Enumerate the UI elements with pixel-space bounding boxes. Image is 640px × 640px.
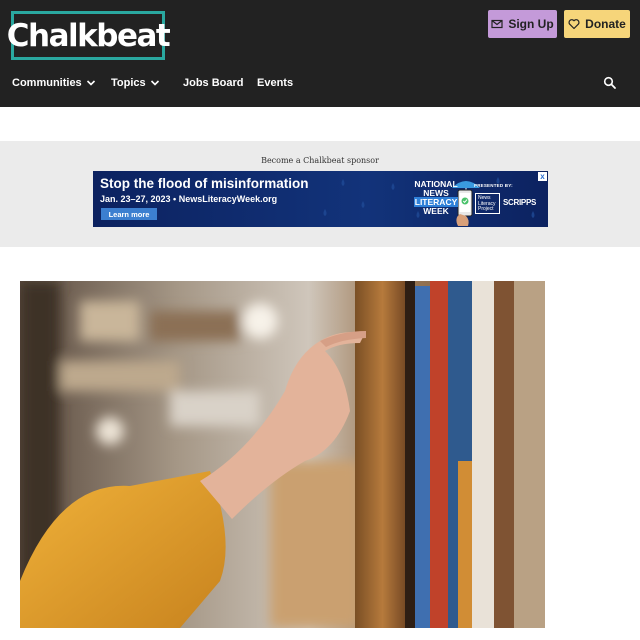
main-nav: Communities Topics Jobs Board Events [0,72,640,94]
bookshelf-photo [20,281,545,628]
ad-close-icon[interactable]: x [538,172,547,181]
nav-item-communities[interactable]: Communities [12,72,96,94]
nav-label: Jobs Board [183,77,244,89]
nav-label: Topics [111,77,146,89]
ad-event-line: WEEK [423,206,449,216]
ad-banner[interactable]: Stop the flood of misinformation Jan. 23… [93,171,548,227]
chalkbeat-logo[interactable]: Chalkbeat [7,11,171,60]
envelope-icon [491,19,503,29]
scripps-logo: SCRIPPS [503,198,537,207]
nav-label: Events [257,77,294,89]
site-header: Chalkbeat Sign Up Donate Communities Top… [0,0,640,107]
chevron-down-icon [86,80,95,86]
sign-up-label: Sign Up [508,17,554,31]
heart-icon [568,19,580,30]
ad-headline: Stop the flood of misinformation [100,176,309,191]
nav-item-events[interactable]: Events [257,72,293,94]
logo-text: Chalkbeat [6,17,171,54]
ad-dates: Jan. 23–27, 2023 • NewsLiteracyWeek.org [100,194,278,204]
ad-presented-by: PRESENTED BY: [474,183,513,188]
partner-line: Project [478,206,494,212]
sign-up-button[interactable]: Sign Up [488,10,557,38]
nav-label: Communities [12,77,82,89]
chevron-down-icon [150,80,159,86]
donate-label: Donate [585,17,626,31]
nav-item-topics[interactable]: Topics [111,72,160,94]
news-literacy-project-logo: News Literacy Project [475,193,500,214]
ad-learn-more-button[interactable]: Learn more [101,208,157,220]
ad-event-name: NATIONAL NEWS LITERACY WEEK [408,180,464,216]
sponsor-label[interactable]: Become a Chalkbeat sponsor [0,156,640,165]
donate-button[interactable]: Donate [564,10,630,38]
search-icon[interactable] [603,76,617,90]
nav-item-jobs-board[interactable]: Jobs Board [183,72,244,94]
